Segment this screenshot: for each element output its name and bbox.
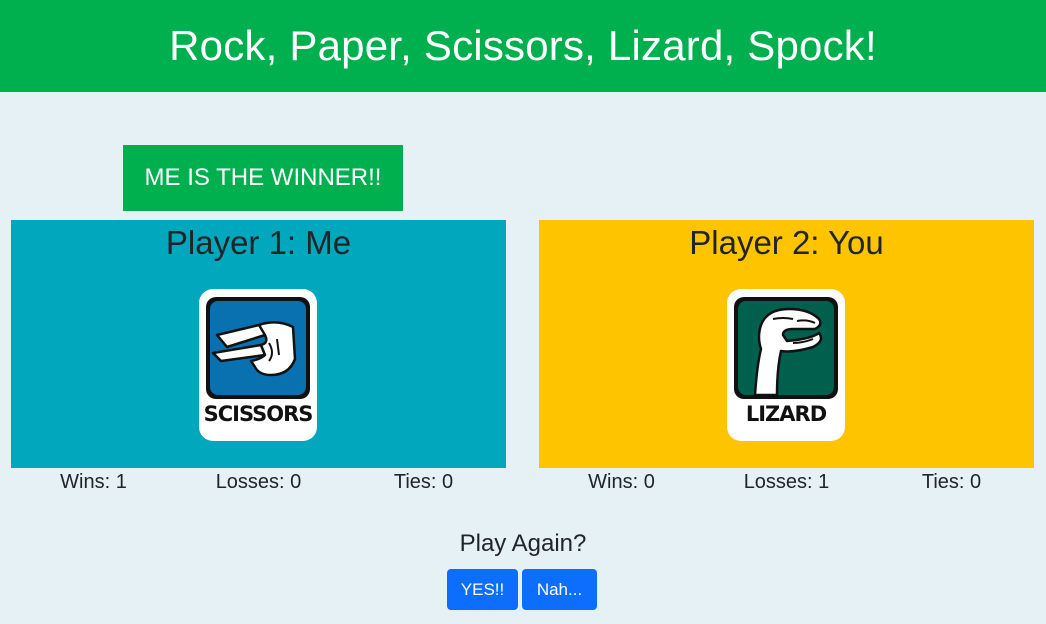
yes-button[interactable]: YES!! <box>447 569 518 610</box>
player2-choice-label: LIZARD <box>745 402 827 426</box>
player2-panel: Player 2: You LIZARD <box>539 220 1034 468</box>
player2-title: Player 2: You <box>689 224 884 261</box>
player1-wins: Wins: 1 <box>60 471 127 493</box>
player2-ties: Ties: 0 <box>921 471 982 493</box>
player2-losses: Losses: 1 <box>743 471 830 493</box>
player1-stats: Wins: 1 Losses: 0 Ties: 0 <box>11 468 506 496</box>
player1-choice-card: SCISSORS <box>199 289 317 441</box>
player2-stats: Wins: 0 Losses: 1 Ties: 0 <box>539 468 1034 496</box>
player1-ties: Ties: 0 <box>393 471 454 493</box>
nah-button[interactable]: Nah... <box>522 569 597 610</box>
player1-title: Player 1: Me <box>165 224 352 261</box>
player1-panel: Player 1: Me SCISSORS <box>11 220 506 468</box>
app-header: Rock, Paper, Scissors, Lizard, Spock! <box>0 0 1046 92</box>
winner-banner: ME IS THE WINNER!! <box>123 145 403 211</box>
player1-losses: Losses: 0 <box>215 471 302 493</box>
play-again-prompt: Play Again? <box>459 530 587 557</box>
player2-wins: Wins: 0 <box>588 471 655 493</box>
app-title: Rock, Paper, Scissors, Lizard, Spock! <box>169 22 877 69</box>
player1-choice-label: SCISSORS <box>203 402 314 426</box>
player2-choice-card: LIZARD <box>727 289 845 441</box>
